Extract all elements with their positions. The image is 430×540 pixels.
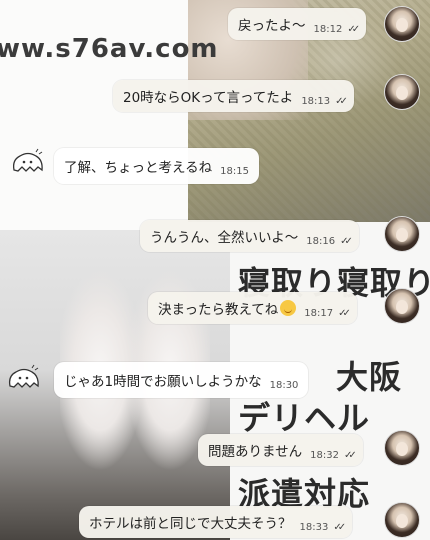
ad-line-2: 大阪 bbox=[336, 358, 403, 396]
message-text: ホテルは前と同じで大丈夫そう？ bbox=[89, 516, 292, 532]
avatar[interactable] bbox=[384, 288, 420, 324]
read-check-icon: ✓✓ bbox=[343, 449, 357, 461]
ghost-avatar-icon[interactable] bbox=[10, 148, 46, 176]
ghost-avatar-icon[interactable] bbox=[6, 364, 42, 392]
message-time: 18:33 bbox=[299, 521, 329, 533]
message-text: じゃあ1時間でお願いしようかな bbox=[64, 374, 262, 390]
message-text: 20時ならOKって言ってたよ bbox=[123, 90, 294, 106]
message-bubble[interactable]: 20時ならOKって言ってたよ 18:13 ✓✓ bbox=[113, 80, 354, 112]
avatar[interactable] bbox=[384, 6, 420, 42]
message-time: 18:16 bbox=[306, 235, 336, 247]
message-time: 18:12 bbox=[313, 23, 343, 35]
ad-line-3: デリヘル bbox=[238, 399, 371, 437]
read-check-icon: ✓✓ bbox=[335, 95, 348, 107]
watermark-text: ww.s76av.com bbox=[0, 34, 219, 64]
message-bubble[interactable]: 戻ったよ〜 18:12 ✓✓ bbox=[228, 8, 367, 40]
message-text: うんうん、全然いいよ〜 bbox=[150, 230, 299, 246]
smiling-face-icon bbox=[280, 300, 297, 316]
read-check-icon: ✓✓ bbox=[338, 307, 351, 319]
message-bubble[interactable]: うんうん、全然いいよ〜 18:16 ✓✓ bbox=[140, 220, 359, 252]
message-bubble[interactable]: ホテルは前と同じで大丈夫そう？ 18:33 ✓✓ bbox=[79, 506, 353, 538]
avatar[interactable] bbox=[384, 216, 420, 252]
message-bubble[interactable]: 決まったら教えてね 18:17 ✓✓ bbox=[148, 292, 357, 324]
avatar[interactable] bbox=[384, 430, 420, 466]
message-time: 18:32 bbox=[310, 449, 339, 461]
message-bubble[interactable]: 問題ありません 18:32 ✓✓ bbox=[198, 434, 363, 466]
read-check-icon: ✓✓ bbox=[333, 521, 346, 533]
message-time: 18:30 bbox=[269, 379, 299, 391]
read-check-icon: ✓✓ bbox=[340, 235, 353, 247]
message-bubble[interactable]: じゃあ1時間でお願いしようかな 18:30 bbox=[54, 362, 309, 398]
message-time: 18:17 bbox=[304, 307, 334, 319]
message-time: 18:13 bbox=[301, 95, 331, 107]
message-text: 問題ありません bbox=[208, 444, 303, 460]
message-time: 18:15 bbox=[220, 165, 249, 177]
avatar[interactable] bbox=[384, 74, 420, 110]
message-text: 戻ったよ〜 bbox=[238, 18, 306, 34]
message-text: 了解、ちょっと考えるね bbox=[64, 160, 213, 176]
message-text: 決まったら教えてね bbox=[158, 302, 279, 318]
message-bubble[interactable]: 了解、ちょっと考えるね 18:15 bbox=[54, 148, 259, 184]
read-check-icon: ✓✓ bbox=[347, 23, 360, 35]
avatar[interactable] bbox=[384, 502, 420, 538]
